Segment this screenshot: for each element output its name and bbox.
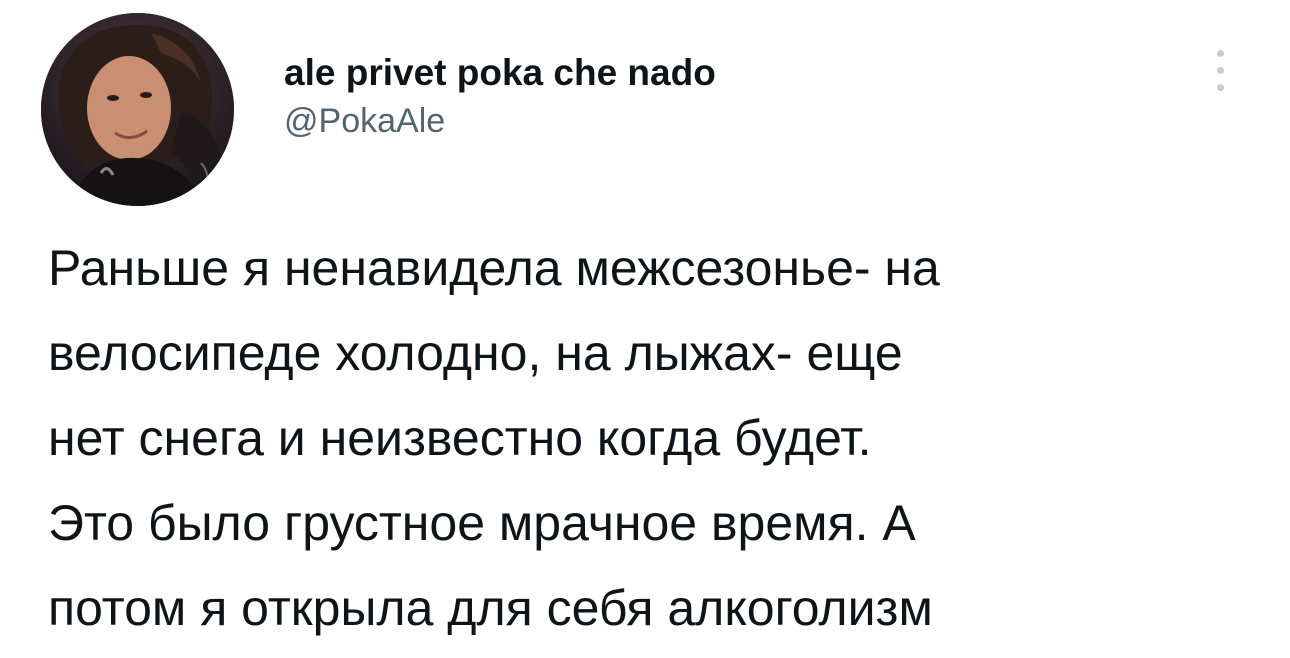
tweet-text-line: Раньше я ненавидела межсезонье- на: [48, 240, 940, 296]
tweet-text-line: нет снега и неизвестно когда будет.: [48, 410, 872, 466]
tweet-text: Раньше я ненавидела межсезонье- на велос…: [48, 226, 1268, 651]
tweet-text-line: велосипеде холодно, на лыжах- еще: [48, 325, 903, 381]
more-options-button[interactable]: [1200, 40, 1240, 100]
user-info: ale privet poka che nado @PokaAle: [284, 50, 716, 144]
display-name[interactable]: ale privet poka che nado: [284, 50, 716, 96]
tweet-text-line: Это было грустное мрачное время. А: [48, 495, 916, 551]
avatar-photo: [41, 13, 234, 206]
tweet: ale privet poka che nado @PokaAle Раньше…: [0, 0, 1290, 658]
user-handle[interactable]: @PokaAle: [284, 98, 716, 144]
tweet-text-line: потом я открыла для себя алкоголизм: [48, 580, 933, 636]
avatar[interactable]: [41, 13, 234, 206]
